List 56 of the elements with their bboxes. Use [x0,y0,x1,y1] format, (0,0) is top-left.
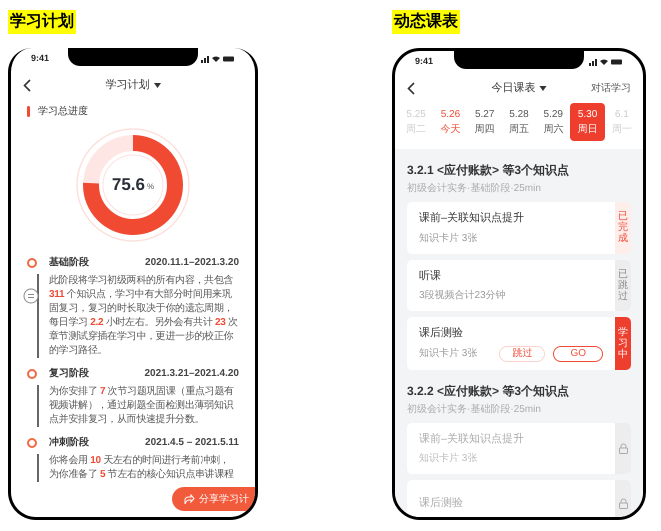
status-label: 已完成 [618,211,628,244]
stage-description: 为你安排了 7 次节习题巩固课（重点习题有视频讲解），通过刷题全面检测出薄弱知识点并安排复习，从而快速提升分数。 [49,385,235,427]
page-title[interactable]: 学习计划 [106,76,150,94]
status-icons [589,58,623,66]
section-meta: 初级会计实务·基础阶段·25min [407,182,542,196]
lesson-card[interactable]: 听课 3段视频合计23分钟 已跳过 [407,260,631,311]
lesson-detail: 知识卡片 3张 [419,232,478,246]
lesson-detail: 知识卡片 3张 [419,452,478,466]
progress-value: 75.6 [112,174,145,196]
section-title: 学习总进度 [38,104,88,119]
stage-name: 复习阶段 [49,366,89,381]
day-tab[interactable]: 5.26 今天 [433,103,468,141]
panel-title: 动态课表 [392,10,460,34]
lesson-card[interactable]: 课后测验 知识卡片 3张 跳过 GO 学习中 [407,317,631,370]
section-title: 3.2.1 <应付账款> 等3个知识点 [407,162,570,179]
lesson-title: 课前–关联知识点提升 [419,210,526,226]
section-marker [27,106,30,117]
stage-name: 冲刺阶段 [49,436,89,450]
status-time: 9:41 [415,55,434,68]
back-icon[interactable] [407,82,415,94]
back-icon[interactable] [23,78,31,92]
progress-unit: % [146,181,154,193]
go-button[interactable]: GO [553,346,603,362]
equal-circle-icon[interactable] [23,288,39,304]
section-meta: 初级会计实务·基础阶段·25min [407,402,542,416]
lesson-title: 听课 [419,268,442,284]
lesson-card[interactable]: 课前–关联知识点提升 知识卡片 3张 已完成 [407,202,631,254]
lesson-title: 课前–关联知识点提升 [419,432,526,446]
stage-description: 此阶段将学习初级两科的所有内容，共包含 311 个知识点，学习中有大部分时间用来巩固复习，复习的时长取决于你的遗忘周期，每日学习 2.2 小时左右。另外会有共计 23 次章节测试穿插在学习中，更进一步的校正你的学习路径。 [49,274,239,358]
page-title[interactable]: 今日课表 [492,80,536,96]
stage-name: 基础阶段 [49,256,89,270]
section-title: 3.2.2 <应付账款> 等3个知识点 [407,382,570,400]
stage-description: 你将会用 10 天左右的时间进行考前冲刺，为你准备了 5 节左右的核心知识点串讲课程 [49,454,235,482]
lesson-detail: 3段视频合计23分钟 [419,288,506,303]
status-label: 已跳过 [618,268,628,302]
stage-dates: 2020.11.1–2021.3.20 [145,256,239,270]
lock-icon [618,498,628,508]
lesson-title: 课后测验 [419,496,464,511]
share-icon [184,494,195,504]
caret-icon [540,86,546,90]
skip-button[interactable]: 跳过 [499,346,546,362]
status-time: 9:41 [31,52,50,66]
lesson-detail: 知识卡片 3张 [419,346,478,361]
chat-study-link[interactable]: 对话学习 [591,80,631,96]
day-tab[interactable]: 5.28 周五 [502,103,536,141]
panel-title: 学习计划 [8,10,76,34]
day-tab[interactable]: 5.30 周日 [570,103,605,141]
stage-dates: 2021.4.5 – 2021.5.11 [145,436,239,450]
stage-dates: 2021.3.21–2021.4.20 [144,367,239,381]
status-icons [201,55,235,63]
day-tab[interactable]: 5.29 周六 [536,103,570,141]
day-tab[interactable]: 5.27 周四 [468,103,502,141]
lock-icon [618,442,628,454]
status-label: 学习中 [618,326,628,360]
lesson-title: 课后测验 [419,326,464,341]
caret-icon [154,82,160,88]
